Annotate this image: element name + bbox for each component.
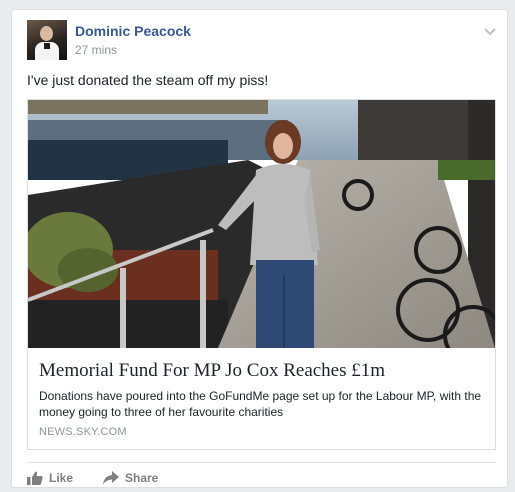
author-name[interactable]: Dominic Peacock (75, 23, 191, 39)
link-title[interactable]: Memorial Fund For MP Jo Cox Reaches £1m (39, 360, 385, 382)
action-bar-divider (27, 462, 496, 463)
post-card: Dominic Peacock 27 mins I've just donate… (11, 9, 508, 488)
link-preview-card[interactable]: Memorial Fund For MP Jo Cox Reaches £1m … (27, 99, 496, 450)
share-button[interactable]: Share (103, 470, 158, 486)
link-domain: NEWS.SKY.COM (39, 426, 127, 438)
avatar[interactable] (27, 20, 67, 60)
share-label: Share (125, 471, 159, 485)
thumbs-up-icon (27, 471, 43, 485)
like-button[interactable]: Like (27, 470, 73, 486)
post-timestamp[interactable]: 27 mins (75, 43, 117, 57)
share-arrow-icon (103, 471, 119, 485)
link-description: Donations have poured into the GoFundMe … (39, 389, 482, 419)
link-preview-image[interactable] (28, 100, 495, 348)
chevron-down-icon[interactable] (483, 24, 497, 36)
post-text: I've just donated the steam off my piss! (27, 72, 269, 88)
like-label: Like (49, 471, 74, 485)
